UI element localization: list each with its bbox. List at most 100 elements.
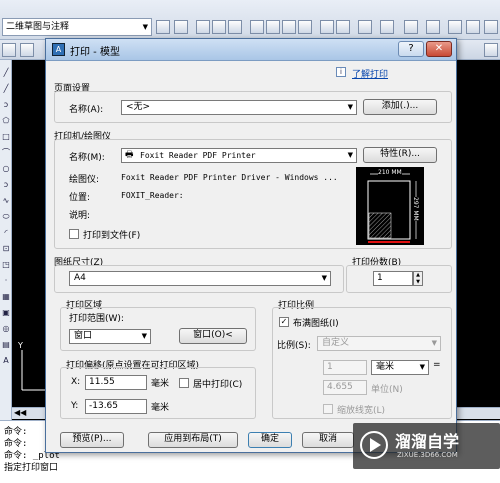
layer-state-icon[interactable] [20,43,34,57]
y-offset-label: Y: [71,401,79,411]
x-offset-input[interactable]: 11.55 [85,375,147,390]
hatch-icon[interactable]: ▦ [1,292,11,302]
add-page-setup-button[interactable]: 添加(.)... [363,99,437,115]
ellipse-icon[interactable]: ⬭ [1,212,11,222]
x-offset-unit: 毫米 [151,379,170,389]
gradient-icon[interactable]: ▣ [1,308,11,318]
zoom-icon[interactable] [426,20,440,34]
spline-icon[interactable]: ∿ [1,196,11,206]
x-offset-label: X: [71,377,81,387]
fit-to-paper-label: 布满图纸(I) [293,319,339,329]
page-setup-name-dropdown[interactable]: <无> ▼ [121,100,357,115]
page-setup-name-label: 名称(A): [69,105,104,115]
close-button[interactable]: ✕ [426,41,452,57]
center-plot-label: 居中打印(C) [193,380,243,390]
workspace-settings-icon[interactable] [156,20,170,34]
insert-block-icon[interactable]: ⊡ [1,244,11,254]
print-to-file-label: 打印到文件(F) [83,231,141,241]
polygon-icon[interactable]: ⬠ [1,116,11,126]
chevron-down-icon: ▼ [419,363,425,371]
scale-value1-input[interactable]: 1 [323,360,367,375]
where-label: 位置: [69,193,91,203]
match-properties-icon[interactable] [336,20,350,34]
construction-line-icon[interactable]: ╱ [1,84,11,94]
apply-to-layout-button[interactable]: 应用到布局(T) [148,432,238,448]
chevron-down-icon: ▼ [141,332,147,340]
save-icon[interactable] [228,20,242,34]
workspace-value: 二维草图与注释 [6,22,70,32]
printer-name-label: 名称(M): [69,153,105,163]
open-file-icon[interactable] [212,20,226,34]
description-label: 说明: [69,211,91,221]
help-button[interactable]: ? [398,41,424,57]
properties-icon[interactable] [448,20,462,34]
scale-dropdown[interactable]: 自定义 ▼ [317,336,441,351]
tool-palettes-icon[interactable] [484,20,498,34]
command-line: 指定打印窗口 [4,463,59,473]
paper-size-dropdown[interactable]: A4 ▼ [69,271,331,286]
preview-button[interactable]: 预览(P)... [60,432,124,448]
top-toolbar: 二维草图与注释 ▼ [0,0,500,40]
table-icon[interactable]: ▤ [1,340,11,350]
dialog-title-bar[interactable]: A 打印 - 模型 ? ✕ [46,39,456,61]
polyline-icon[interactable]: ↄ [1,100,11,110]
mtext-icon[interactable]: A [1,356,11,366]
revcloud-icon[interactable]: ↄ [1,180,11,190]
printer-icon: 🖶 [125,150,134,160]
scale-value2-input[interactable]: 4.655 [323,380,367,395]
ok-button[interactable]: 确定 [248,432,292,448]
printer-name-dropdown[interactable]: 🖶 Foxit Reader PDF Printer ▼ [121,148,357,163]
copies-spinner[interactable]: ▲ ▼ [413,271,423,286]
plot-icon[interactable] [298,20,312,34]
point-icon[interactable]: · [1,276,11,286]
scale-units-dropdown[interactable]: 毫米 ▼ [371,360,429,375]
plotter-value: Foxit Reader PDF Printer Driver - Window… [121,173,338,182]
pan-icon[interactable] [404,20,418,34]
cut-icon[interactable] [320,20,334,34]
y-offset-input[interactable]: -13.65 [85,399,147,414]
ellipse-arc-icon[interactable]: ◜ [1,228,11,238]
layer-tools-icon[interactable] [484,43,498,57]
redo-icon[interactable] [380,20,394,34]
region-icon[interactable]: ◎ [1,324,11,334]
layer-manager-icon[interactable] [2,43,16,57]
page-setup-group: 名称(A): <无> ▼ 添加(.)... [54,91,452,123]
rectangle-icon[interactable]: □ [1,132,11,142]
scale-lineweights-checkbox[interactable] [323,404,333,414]
line-icon[interactable]: ╱ [1,68,11,78]
copies-value: 1 [377,273,383,283]
arc-icon[interactable]: ⌒ [1,148,11,158]
scroll-left-icon[interactable]: ◀◀ [14,408,26,417]
y-offset-unit: 毫米 [151,403,170,413]
what-to-plot-dropdown[interactable]: 窗口 ▼ [69,329,151,344]
cancel-button[interactable]: 取消 [302,432,354,448]
units-label: 单位(N) [371,385,403,395]
print-to-file-checkbox[interactable] [69,229,79,239]
chevron-down-icon: ▼ [321,274,327,282]
learn-plot-link[interactable]: 了解打印 [352,67,388,80]
workspace-lock-icon[interactable] [174,20,188,34]
what-to-plot-label: 打印范围(W): [69,314,124,324]
undo-icon[interactable] [358,20,372,34]
plot-scale-group: ✓ 布满图纸(I) 比例(S): 自定义 ▼ 1 毫米 ▼ = 4.655 单位… [272,307,452,419]
fit-to-paper-checkbox[interactable]: ✓ [279,317,289,327]
circle-icon[interactable]: ○ [1,164,11,174]
print-preview-icon[interactable] [266,20,280,34]
scale-lineweights-label: 缩放线宽(L) [337,406,386,416]
design-center-icon[interactable] [466,20,480,34]
watermark-brand: 溜溜自学 [395,432,460,451]
center-plot-checkbox[interactable] [179,378,189,388]
new-file-icon[interactable] [196,20,210,34]
window-select-button[interactable]: 窗口(O)< [179,328,247,344]
y-offset-value: -13.65 [89,401,119,411]
plot-area-group: 打印范围(W): 窗口 ▼ 窗口(O)< [60,307,256,351]
app-icon: A [52,43,65,56]
printer-properties-button[interactable]: 特性(R)... [363,147,437,163]
workspace-dropdown[interactable]: 二维草图与注释 ▼ [2,18,152,36]
watermark-url: ZIXUE.3D66.COM [397,451,458,459]
plot-dialog: A 打印 - 模型 ? ✕ i 了解打印 页面设置 名称(A): <无> ▼ 添… [45,38,457,453]
make-block-icon[interactable]: ◳ [1,260,11,270]
copies-input[interactable]: 1 [373,271,413,286]
publish-icon[interactable] [282,20,296,34]
print-icon[interactable] [250,20,264,34]
